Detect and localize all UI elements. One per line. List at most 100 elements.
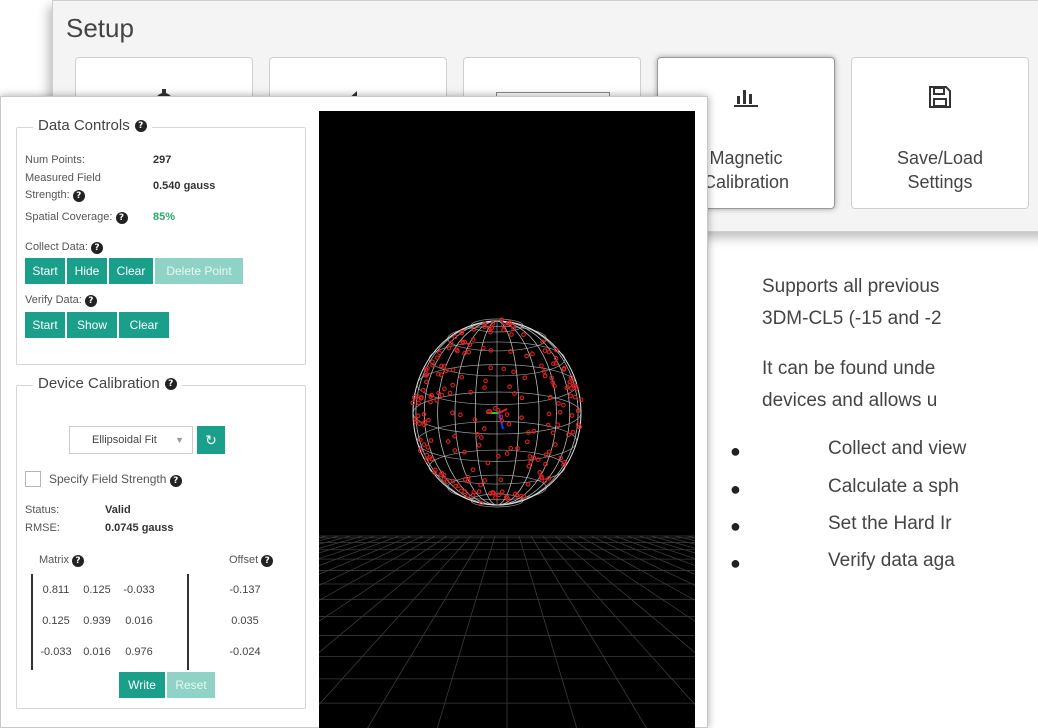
specify-field-strength-text: Specify Field Strength — [49, 472, 167, 486]
help-icon[interactable]: ? — [169, 475, 182, 487]
data-point — [568, 393, 573, 399]
data-point — [478, 482, 484, 488]
data-point — [429, 456, 435, 462]
help-icon[interactable]: ? — [72, 190, 85, 202]
offset-label-text: Offset — [229, 554, 259, 566]
data-point — [420, 387, 426, 393]
data-point — [498, 477, 504, 483]
help-icon[interactable]: ? — [115, 212, 128, 224]
collect-start-button[interactable]: Start — [25, 258, 65, 284]
verify-start-button[interactable]: Start — [25, 312, 65, 338]
field-strength-value: 0.540 gauss — [153, 180, 216, 192]
collect-clear-button[interactable]: Clear — [109, 258, 153, 284]
data-point — [495, 453, 501, 459]
data-point — [478, 435, 484, 440]
data-point — [413, 416, 418, 422]
collect-hide-button[interactable]: Hide — [67, 258, 107, 284]
data-point — [410, 400, 416, 406]
data-point — [430, 362, 435, 368]
save-load-settings-tile[interactable]: Save/Load Settings — [851, 57, 1029, 209]
data-controls-group: Data Controls ? Num Points: 297 Measured… — [16, 117, 306, 365]
description-line-4: devices and allows u — [762, 390, 938, 411]
data-point — [476, 442, 482, 448]
help-icon[interactable]: ? — [84, 295, 97, 307]
data-point — [530, 351, 535, 357]
data-point — [481, 426, 487, 431]
bullet-icon: ● — [730, 479, 741, 499]
data-point — [519, 415, 524, 421]
data-point — [450, 478, 456, 484]
help-icon[interactable]: ? — [72, 555, 85, 567]
fit-type-select[interactable]: Ellipsoidal Fit ▼ — [69, 426, 193, 454]
verify-data-label-text: Verify Data: — [25, 294, 82, 306]
data-point — [541, 369, 547, 374]
grid-line — [319, 535, 376, 554]
spatial-coverage-value: 85% — [153, 211, 176, 223]
data-point — [519, 395, 525, 401]
calibration-3d-view[interactable] — [319, 111, 695, 728]
data-point — [546, 349, 552, 355]
data-controls-legend: Data Controls ? — [33, 117, 152, 134]
grid-line — [319, 535, 412, 575]
collect-data-label: Collect Data: ? — [25, 241, 104, 254]
data-point — [458, 412, 463, 418]
refresh-button[interactable]: ↻ — [197, 426, 225, 454]
offset-cell: 0.035 — [231, 615, 259, 627]
help-icon[interactable]: ? — [134, 119, 147, 132]
data-point — [561, 402, 566, 408]
refresh-icon: ↻ — [205, 432, 217, 448]
matrix-cell: -0.033 — [123, 584, 155, 596]
reset-button[interactable]: Reset — [167, 672, 215, 698]
data-point — [527, 454, 533, 459]
help-icon[interactable]: ? — [91, 242, 104, 254]
description-line-3: It can be found unde — [762, 358, 936, 379]
offset-cell: -0.024 — [229, 646, 261, 658]
grid-line — [319, 535, 388, 560]
specify-field-strength-checkbox[interactable] — [25, 471, 41, 487]
data-point — [470, 337, 476, 342]
data-point — [467, 342, 473, 348]
data-point — [561, 367, 567, 372]
matrix-label: Matrix ? — [39, 554, 85, 567]
grid-line — [319, 535, 400, 567]
offset-label: Offset ? — [229, 554, 274, 567]
help-icon[interactable]: ? — [164, 377, 177, 390]
data-point — [435, 355, 440, 361]
data-point — [437, 350, 442, 356]
grid-line — [554, 535, 695, 653]
data-point — [542, 348, 548, 353]
verify-clear-button[interactable]: Clear — [119, 312, 169, 338]
data-point — [452, 334, 458, 340]
grid-line — [319, 535, 460, 653]
fit-type-value: Ellipsoidal Fit — [92, 434, 157, 446]
data-point — [568, 374, 574, 380]
data-point — [424, 452, 430, 458]
data-point — [450, 367, 456, 373]
verify-show-button[interactable]: Show — [67, 312, 117, 338]
delete-point-button[interactable]: Delete Point — [155, 258, 243, 284]
data-point — [450, 382, 456, 388]
data-point — [493, 495, 498, 500]
data-point — [574, 385, 579, 391]
data-controls-title: Data Controls — [38, 117, 130, 134]
write-button[interactable]: Write — [119, 672, 165, 698]
data-point — [447, 390, 453, 396]
num-points-label: Num Points: — [25, 154, 85, 166]
data-point — [569, 413, 575, 418]
data-point — [543, 461, 548, 467]
data-point — [545, 422, 551, 428]
num-points-value: 297 — [153, 154, 172, 166]
data-point — [548, 394, 553, 400]
data-point — [553, 360, 559, 366]
data-point — [466, 349, 472, 355]
data-point — [543, 452, 549, 458]
magnetic-calibration-window: Data Controls ? Num Points: 297 Measured… — [0, 96, 708, 728]
help-icon[interactable]: ? — [261, 555, 274, 567]
data-point — [556, 401, 561, 406]
data-point — [578, 397, 584, 403]
data-point — [552, 442, 558, 447]
data-point — [528, 459, 533, 465]
data-point — [546, 449, 552, 455]
data-point — [462, 351, 467, 356]
status-value: Valid — [105, 504, 131, 516]
